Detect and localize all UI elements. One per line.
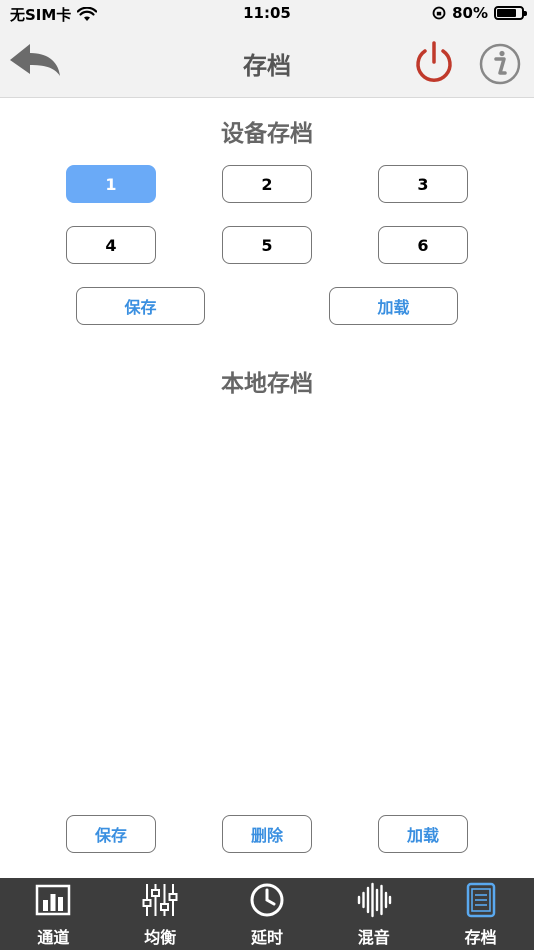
device-save-button[interactable]: 保存 — [76, 287, 205, 325]
tab-bar: 通道 均衡 延时 混音 存档 — [0, 878, 534, 950]
equalizer-sliders-icon — [142, 884, 178, 916]
local-save-label: 保存 — [94, 826, 127, 845]
slot-button-6[interactable]: 6 — [378, 226, 468, 264]
device-archive-title: 设备存档 — [221, 121, 313, 147]
status-bar: 无SIM卡 11:05 80% — [0, 0, 534, 28]
power-icon — [416, 41, 452, 82]
tab-label-mix: 混音 — [357, 928, 390, 947]
device-load-button[interactable]: 加载 — [329, 287, 458, 325]
local-delete-label: 删除 — [250, 826, 283, 845]
tab-label-delay: 延时 — [250, 928, 283, 947]
waveform-icon — [357, 882, 391, 918]
battery-icon — [494, 6, 527, 20]
local-load-label: 加载 — [406, 826, 439, 845]
slot-label-2: 2 — [261, 174, 273, 194]
power-button[interactable] — [412, 40, 456, 86]
slot-label-6: 6 — [417, 235, 429, 255]
slot-button-2[interactable]: 2 — [222, 165, 312, 203]
channel-bars-icon — [36, 884, 71, 916]
tab-delay[interactable]: 延时 — [214, 878, 321, 950]
tab-label-archive: 存档 — [464, 928, 497, 947]
local-load-button[interactable]: 加载 — [378, 815, 468, 853]
info-icon — [479, 43, 521, 85]
status-right: 80% — [432, 4, 527, 22]
slot-button-5[interactable]: 5 — [222, 226, 312, 264]
battery-percent: 80% — [452, 4, 488, 22]
local-save-button[interactable]: 保存 — [66, 815, 156, 853]
local-archive-title: 本地存档 — [221, 371, 313, 397]
local-archive-list[interactable] — [0, 400, 534, 800]
nav-bar: 存档 — [0, 28, 534, 98]
local-delete-button[interactable]: 删除 — [222, 815, 312, 853]
slot-label-4: 4 — [105, 235, 117, 255]
slot-label-5: 5 — [261, 235, 273, 255]
tab-label-equalizer: 均衡 — [144, 928, 177, 947]
device-save-label: 保存 — [124, 298, 157, 317]
rotation-lock-icon — [432, 6, 446, 20]
device-load-label: 加载 — [377, 298, 410, 317]
tab-label-channel: 通道 — [37, 928, 70, 947]
slot-button-1[interactable]: 1 — [66, 165, 156, 203]
slot-label-3: 3 — [417, 174, 429, 194]
archive-icon — [466, 882, 495, 918]
slot-button-3[interactable]: 3 — [378, 165, 468, 203]
clock-icon — [250, 883, 284, 917]
slot-button-4[interactable]: 4 — [66, 226, 156, 264]
info-button[interactable] — [478, 42, 522, 86]
battery-fill — [497, 9, 517, 17]
tab-channel[interactable]: 通道 — [0, 878, 107, 950]
tab-mix[interactable]: 混音 — [320, 878, 427, 950]
slot-label-1: 1 — [105, 174, 117, 194]
tab-archive[interactable]: 存档 — [427, 878, 534, 950]
tab-equalizer[interactable]: 均衡 — [107, 878, 214, 950]
